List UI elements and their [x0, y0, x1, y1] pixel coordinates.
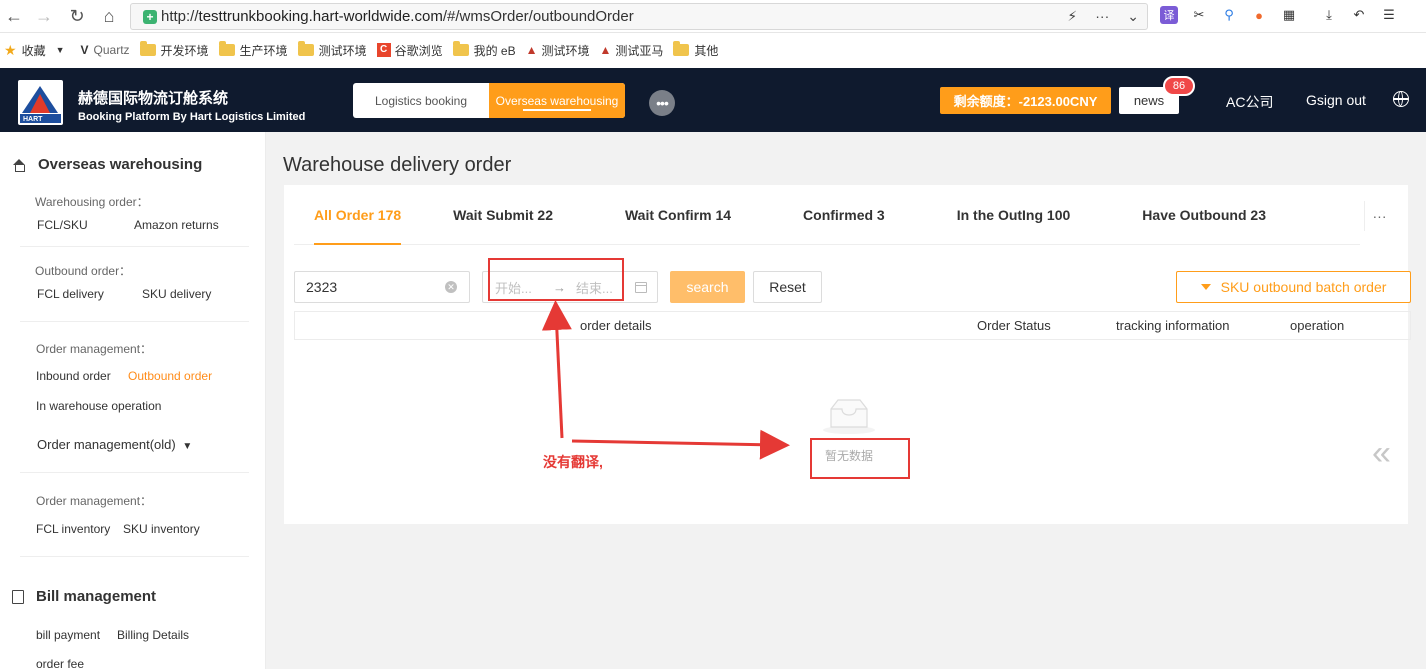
annotation-arrow-right	[571, 429, 790, 460]
annotation-arrow-up	[541, 300, 572, 439]
annotation-arrows	[541, 300, 790, 460]
annotation-note: 没有翻译,	[543, 454, 603, 470]
